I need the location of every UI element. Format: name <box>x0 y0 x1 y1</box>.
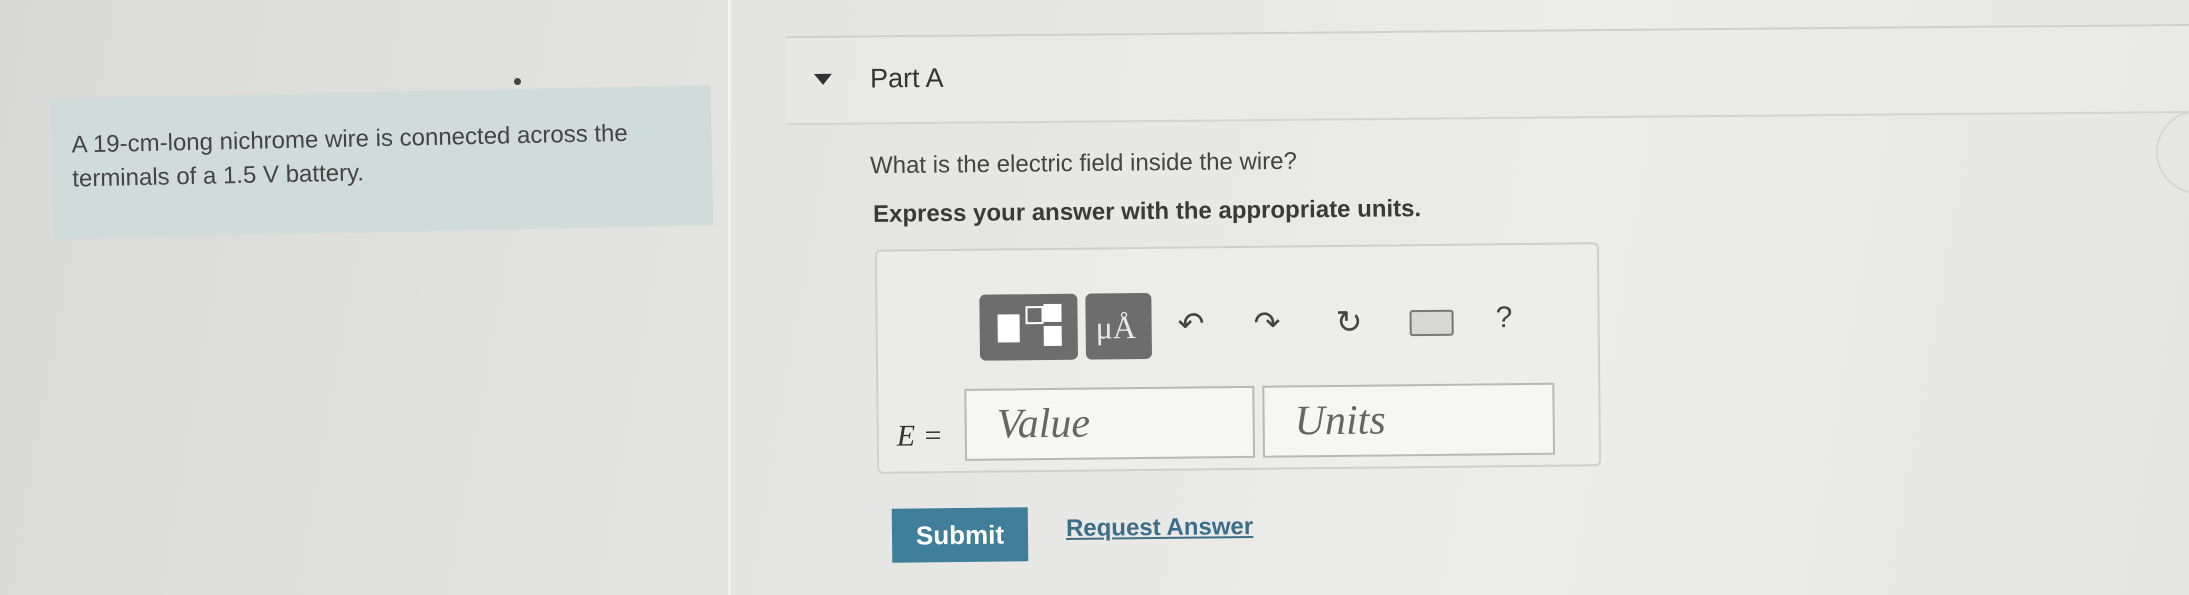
part-a-header[interactable]: Part A <box>785 23 2189 126</box>
units-button-label: μÅ <box>1095 309 1137 346</box>
template-block-icon <box>997 314 1020 343</box>
keyboard-icon[interactable] <box>1409 309 1454 337</box>
help-icon[interactable]: ? <box>1495 301 1512 335</box>
undo-icon[interactable]: ↶ <box>1177 304 1204 342</box>
value-input[interactable]: Value <box>964 385 1256 461</box>
template-box-icon <box>1025 306 1044 325</box>
bullet-dot <box>514 78 521 85</box>
column-divider <box>728 0 731 595</box>
template-fraction-bottom-icon <box>1043 325 1062 347</box>
problem-text: A 19-cm-long nichrome wire is connected … <box>71 119 629 193</box>
units-button[interactable]: μÅ <box>1085 292 1153 360</box>
answer-panel: μÅ ↶ ↷ ↻ ? E = Value Units <box>874 242 1602 474</box>
submit-button[interactable]: Submit <box>891 507 1029 563</box>
problem-statement: A 19-cm-long nichrome wire is connected … <box>50 85 714 239</box>
variable-label: E = <box>896 419 944 453</box>
instruction-text: Express your answer with the appropriate… <box>872 195 1422 228</box>
reset-icon[interactable]: ↻ <box>1335 303 1362 341</box>
templates-button[interactable] <box>979 293 1079 361</box>
collapse-arrow-icon[interactable] <box>813 73 833 85</box>
question-text: What is the electric field inside the wi… <box>869 147 1297 180</box>
part-title: Part A <box>869 62 944 94</box>
template-fraction-top-icon <box>1043 303 1062 323</box>
redo-icon[interactable]: ↷ <box>1253 304 1280 342</box>
request-answer-link[interactable]: Request Answer <box>1066 513 1253 543</box>
units-input[interactable]: Units <box>1262 382 1556 458</box>
edge-decoration <box>2156 110 2189 194</box>
